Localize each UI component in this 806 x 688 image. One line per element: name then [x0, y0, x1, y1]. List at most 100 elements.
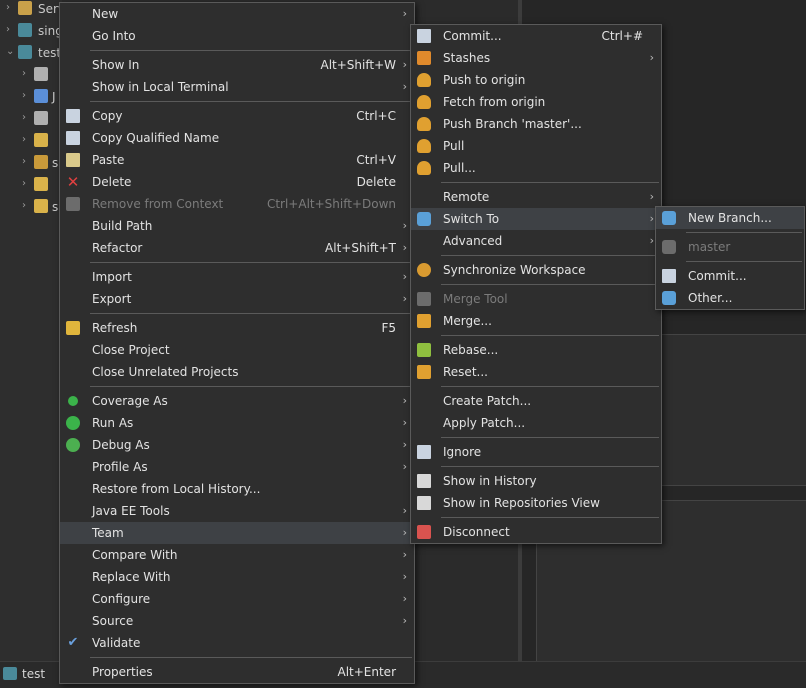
tree-item[interactable]: › s	[0, 198, 62, 216]
menu-separator	[90, 262, 412, 263]
menu-item-label: master	[688, 240, 731, 254]
tree-item[interactable]: ›	[0, 110, 62, 128]
menu-item-team[interactable]: Team ›	[60, 522, 414, 544]
menu-item-label: Merge...	[443, 314, 492, 328]
menu-item-push-branch-master[interactable]: Push Branch 'master'...	[411, 113, 661, 135]
menu-item-apply-patch[interactable]: Apply Patch...	[411, 412, 661, 434]
menu-item-build-path[interactable]: Build Path ›	[60, 215, 414, 237]
tree-item[interactable]: ⌄ test	[0, 44, 62, 62]
validate-check-icon: ✔	[67, 635, 79, 650]
menu-item-label: Compare With	[92, 548, 178, 562]
chevron-down-icon[interactable]: ⌄	[6, 46, 14, 57]
menu-item-configure[interactable]: Configure ›	[60, 588, 414, 610]
menu-item-new[interactable]: New ›	[60, 3, 414, 25]
menu-item-shortcut: F5	[381, 321, 396, 335]
menu-item-rebase[interactable]: Rebase...	[411, 339, 661, 361]
menu-item-new-branch[interactable]: New Branch...	[656, 207, 804, 229]
chevron-right-icon[interactable]: ›	[6, 2, 10, 13]
menu-item-push-to-origin[interactable]: Push to origin	[411, 69, 661, 91]
menu-item-source[interactable]: Source ›	[60, 610, 414, 632]
menu-item-commit[interactable]: Commit... Ctrl+#	[411, 25, 661, 47]
chevron-right-icon: ›	[402, 241, 407, 254]
menu-item-restore-from-local-history[interactable]: Restore from Local History...	[60, 478, 414, 500]
menu-item-show-in[interactable]: Show In Alt+Shift+W ›	[60, 54, 414, 76]
tree-item-label: s	[52, 156, 59, 170]
menu-item-debug-as[interactable]: Debug As ›	[60, 434, 414, 456]
menu-item-stashes[interactable]: Stashes ›	[411, 47, 661, 69]
menu-item-merge[interactable]: Merge...	[411, 310, 661, 332]
menu-item-paste[interactable]: Paste Ctrl+V	[60, 149, 414, 171]
chevron-right-icon[interactable]: ›	[22, 178, 26, 189]
menu-item-remove-from-context: Remove from Context Ctrl+Alt+Shift+Down	[60, 193, 414, 215]
chevron-right-icon: ›	[402, 460, 407, 473]
tree-item[interactable]: ›	[0, 176, 62, 194]
menu-item-synchronize-workspace[interactable]: Synchronize Workspace	[411, 259, 661, 281]
menu-item-show-in-local-terminal[interactable]: Show in Local Terminal ›	[60, 76, 414, 98]
tree-item[interactable]: ›	[0, 66, 62, 84]
menu-separator	[90, 657, 412, 658]
menu-item-refactor[interactable]: Refactor Alt+Shift+T ›	[60, 237, 414, 259]
menu-item-ignore[interactable]: Ignore	[411, 441, 661, 463]
menu-item-import[interactable]: Import ›	[60, 266, 414, 288]
chevron-right-icon: ›	[402, 614, 407, 627]
menu-item-show-in-history[interactable]: Show in History	[411, 470, 661, 492]
menu-item-label: Show In	[92, 58, 140, 72]
tree-item[interactable]: › J	[0, 88, 62, 106]
menu-item-label: New Branch...	[688, 211, 772, 225]
menu-item-refresh[interactable]: Refresh F5	[60, 317, 414, 339]
menu-item-close-unrelated-projects[interactable]: Close Unrelated Projects	[60, 361, 414, 383]
menu-item-switch-to[interactable]: Switch To ›	[411, 208, 661, 230]
chevron-right-icon[interactable]: ›	[22, 90, 26, 101]
menu-item-properties[interactable]: Properties Alt+Enter	[60, 661, 414, 683]
menu-item-label: Properties	[92, 665, 153, 679]
menu-item-export[interactable]: Export ›	[60, 288, 414, 310]
tree-item[interactable]: › sing	[0, 22, 62, 40]
menu-item-label: Copy Qualified Name	[92, 131, 220, 145]
chevron-right-icon: ›	[649, 234, 654, 247]
menu-item-label: Replace With	[92, 570, 171, 584]
menu-item-copy[interactable]: Copy Ctrl+C	[60, 105, 414, 127]
chevron-right-icon[interactable]: ›	[6, 24, 10, 35]
chevron-right-icon[interactable]: ›	[22, 200, 26, 211]
folder-icon	[34, 133, 48, 147]
menu-item-label: Go Into	[92, 29, 136, 43]
menu-item-label: Team	[92, 526, 124, 540]
menu-item-advanced[interactable]: Advanced ›	[411, 230, 661, 252]
reset-icon	[417, 365, 431, 379]
tree-item[interactable]: ›	[0, 132, 62, 150]
menu-item-validate[interactable]: ✔ Validate	[60, 632, 414, 654]
menu-item-commit[interactable]: Commit...	[656, 265, 804, 287]
menu-item-close-project[interactable]: Close Project	[60, 339, 414, 361]
menu-item-pull[interactable]: Pull	[411, 135, 661, 157]
menu-item-pull[interactable]: Pull...	[411, 157, 661, 179]
coverage-icon	[66, 394, 80, 408]
menu-item-create-patch[interactable]: Create Patch...	[411, 390, 661, 412]
menu-item-run-as[interactable]: Run As ›	[60, 412, 414, 434]
tree-item[interactable]: › s	[0, 154, 62, 172]
chevron-right-icon[interactable]: ›	[22, 134, 26, 145]
chevron-right-icon[interactable]: ›	[22, 156, 26, 167]
menu-item-go-into[interactable]: Go Into	[60, 25, 414, 47]
menu-item-fetch-from-origin[interactable]: Fetch from origin	[411, 91, 661, 113]
chevron-right-icon[interactable]: ›	[22, 112, 26, 123]
tree-item[interactable]: ›Serv	[0, 0, 62, 18]
menu-item-java-ee-tools[interactable]: Java EE Tools ›	[60, 500, 414, 522]
menu-item-delete[interactable]: ✕ Delete Delete	[60, 171, 414, 193]
chevron-right-icon[interactable]: ›	[22, 68, 26, 79]
menu-item-replace-with[interactable]: Replace With ›	[60, 566, 414, 588]
menu-separator	[686, 261, 802, 262]
menu-item-coverage-as[interactable]: Coverage As ›	[60, 390, 414, 412]
copy-icon	[66, 109, 80, 123]
menu-item-copy-qualified-name[interactable]: Copy Qualified Name	[60, 127, 414, 149]
menu-item-disconnect[interactable]: Disconnect	[411, 521, 661, 543]
menu-item-show-in-repositories-view[interactable]: Show in Repositories View	[411, 492, 661, 514]
menu-item-other[interactable]: Other...	[656, 287, 804, 309]
menu-item-reset[interactable]: Reset...	[411, 361, 661, 383]
menu-item-profile-as[interactable]: Profile As ›	[60, 456, 414, 478]
menu-item-remote[interactable]: Remote ›	[411, 186, 661, 208]
menu-item-compare-with[interactable]: Compare With ›	[60, 544, 414, 566]
menu-item-label: Import	[92, 270, 132, 284]
menu-item-label: Show in History	[443, 474, 537, 488]
chevron-right-icon: ›	[402, 504, 407, 517]
chevron-right-icon: ›	[402, 570, 407, 583]
